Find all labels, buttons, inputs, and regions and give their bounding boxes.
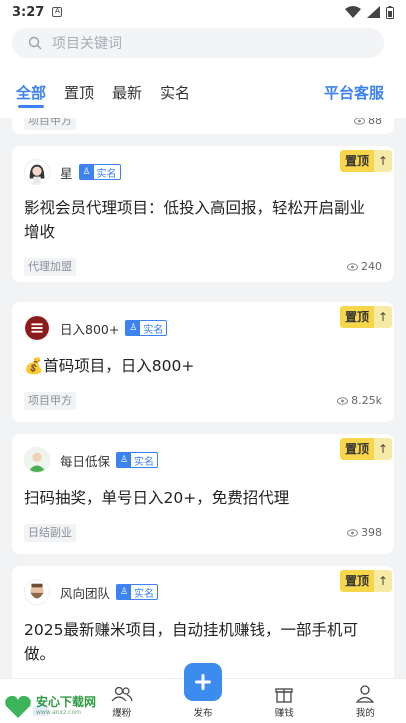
wifi-icon xyxy=(345,6,361,18)
search-icon xyxy=(28,36,42,50)
eye-icon xyxy=(354,118,365,125)
watermark-title: 安心下载网 xyxy=(36,695,97,709)
status-icons xyxy=(345,5,394,19)
pin-arrow-icon: ↑ xyxy=(374,438,392,460)
card-title[interactable]: 💰首码项目，日入800+ xyxy=(24,354,380,378)
pinned-label: 置顶 xyxy=(339,570,374,592)
customer-service-link[interactable]: 平台客服 xyxy=(324,82,384,103)
pinned-badge: 置顶 ↑ xyxy=(339,438,392,460)
nav-profile-label: 我的 xyxy=(355,708,375,719)
nav-profile[interactable]: 我的 xyxy=(325,679,406,723)
heart-logo xyxy=(5,695,31,718)
verified-label: 实名 xyxy=(134,588,155,600)
user-name: 风向团队 xyxy=(60,585,111,601)
card-user-row[interactable]: 星 ♙ 实名 xyxy=(24,158,121,186)
nav-fans-label: 爆粉 xyxy=(112,708,132,719)
person-icon: ♙ xyxy=(117,453,132,467)
battery-icon xyxy=(386,5,394,19)
view-count-value: 240 xyxy=(361,260,382,273)
gift-icon xyxy=(275,683,293,705)
user-name: 日入800+ xyxy=(60,321,120,337)
pinned-label: 置顶 xyxy=(339,150,374,172)
signal-icon xyxy=(367,6,380,18)
project-card[interactable]: 置顶 ↑ 风向团队 ♙ 实名 2025最新赚米项目，自动挂机赚钱，一部手机可做。 xyxy=(12,566,394,678)
tab-all[interactable]: 全部 xyxy=(16,66,46,118)
project-card[interactable]: 置顶 ↑ 星 ♙ 实名 影视会员代理项目：低投入高回报，轻松开启副业增收 代理加盟… xyxy=(12,146,394,282)
profile-icon xyxy=(356,683,375,705)
project-card[interactable]: 置顶 ↑ 日入800+ ♙ 实名 💰首码项目，日入800+ 项目甲方 8.25k xyxy=(12,302,394,422)
users-icon xyxy=(111,683,133,705)
project-card[interactable]: 置顶 ↑ 每日低保 ♙ 实名 扫码抽奖，单号日入20+，免费招代理 日结副业 39… xyxy=(12,434,394,554)
card-tag: 代理加盟 xyxy=(24,258,76,276)
verified-badge: ♙ 实名 xyxy=(116,584,159,600)
nav-earn-label: 赚钱 xyxy=(274,708,294,719)
eye-icon xyxy=(337,396,349,405)
user-name: 星 xyxy=(60,165,73,181)
eye-icon xyxy=(347,528,358,537)
pinned-badge: 置顶 ↑ xyxy=(339,306,392,328)
card-tag: 项目甲方 xyxy=(24,118,76,130)
card-user-row[interactable]: 日入800+ ♙ 实名 xyxy=(24,314,168,342)
verified-badge: ♙ 实名 xyxy=(125,320,168,336)
watermark-url: www.anxz.com xyxy=(36,709,81,716)
search-bar-container: 项目关键词 xyxy=(0,24,406,66)
search-input[interactable]: 项目关键词 xyxy=(12,28,384,58)
pinned-badge: 置顶 ↑ xyxy=(339,570,392,592)
person-icon: ♙ xyxy=(79,165,94,179)
pinned-label: 置顶 xyxy=(339,306,374,328)
user-name: 每日低保 xyxy=(60,453,111,469)
view-count-value: 398 xyxy=(361,526,382,539)
view-count: 398 xyxy=(347,526,382,539)
eye-icon xyxy=(347,262,358,271)
publish-button[interactable] xyxy=(184,663,222,701)
tab-pinned[interactable]: 置顶 xyxy=(64,66,94,118)
view-count: 88 xyxy=(354,118,382,127)
site-watermark: 安心下载网 www.anxz.com xyxy=(0,690,110,723)
tab-latest[interactable]: 最新 xyxy=(112,66,142,118)
seal-avatar[interactable] xyxy=(24,315,50,341)
card-title[interactable]: 扫码抽奖，单号日入20+，免费招代理 xyxy=(24,486,380,510)
card-title[interactable]: 2025最新赚米项目，自动挂机赚钱，一部手机可做。 xyxy=(24,618,380,666)
card-title[interactable]: 影视会员代理项目：低投入高回报，轻松开启副业增收 xyxy=(24,196,380,244)
verified-badge: ♙ 实名 xyxy=(116,452,159,468)
verified-label: 实名 xyxy=(96,168,117,180)
verified-label: 实名 xyxy=(143,324,164,336)
verified-label: 实名 xyxy=(134,456,155,468)
person-icon: ♙ xyxy=(126,321,141,335)
person-icon: ♙ xyxy=(117,585,132,599)
card-tag: 项目甲方 xyxy=(24,392,76,410)
pinned-label: 置顶 xyxy=(339,438,374,460)
view-count: 8.25k xyxy=(337,394,382,407)
pin-arrow-icon: ↑ xyxy=(374,150,392,172)
bearded-man-avatar[interactable] xyxy=(24,579,50,605)
view-count: 240 xyxy=(347,260,382,273)
plus-icon xyxy=(195,674,211,690)
card-tag: 日结副业 xyxy=(24,524,76,542)
person-avatar[interactable] xyxy=(24,447,50,473)
nav-publish[interactable]: 发布 xyxy=(162,663,243,723)
nav-publish-label: 发布 xyxy=(193,708,213,719)
filter-tabs: 全部 置顶 最新 实名 平台客服 xyxy=(0,66,406,118)
view-count-value: 88 xyxy=(368,118,382,127)
pin-arrow-icon: ↑ xyxy=(374,570,392,592)
pinned-badge: 置顶 ↑ xyxy=(339,150,392,172)
tab-verified[interactable]: 实名 xyxy=(160,66,190,118)
card-user-row[interactable]: 风向团队 ♙ 实名 xyxy=(24,578,159,606)
notification-icon: A xyxy=(52,7,63,17)
search-placeholder: 项目关键词 xyxy=(52,36,122,52)
status-bar: 3:27 A xyxy=(0,0,406,24)
card-user-row[interactable]: 每日低保 ♙ 实名 xyxy=(24,446,159,474)
status-time: 3:27 xyxy=(12,4,45,20)
view-count-value: 8.25k xyxy=(351,394,382,407)
verified-badge: ♙ 实名 xyxy=(78,164,121,180)
pin-arrow-icon: ↑ xyxy=(374,306,392,328)
project-feed: 项目甲方 88 置顶 ↑ 星 ♙ 实名 影视会员代理项目：低投入高回报，轻松开启副… xyxy=(0,118,406,678)
project-card[interactable]: 项目甲方 88 xyxy=(12,118,394,134)
girl-avatar[interactable] xyxy=(24,159,50,185)
nav-earn[interactable]: 赚钱 xyxy=(244,679,325,723)
